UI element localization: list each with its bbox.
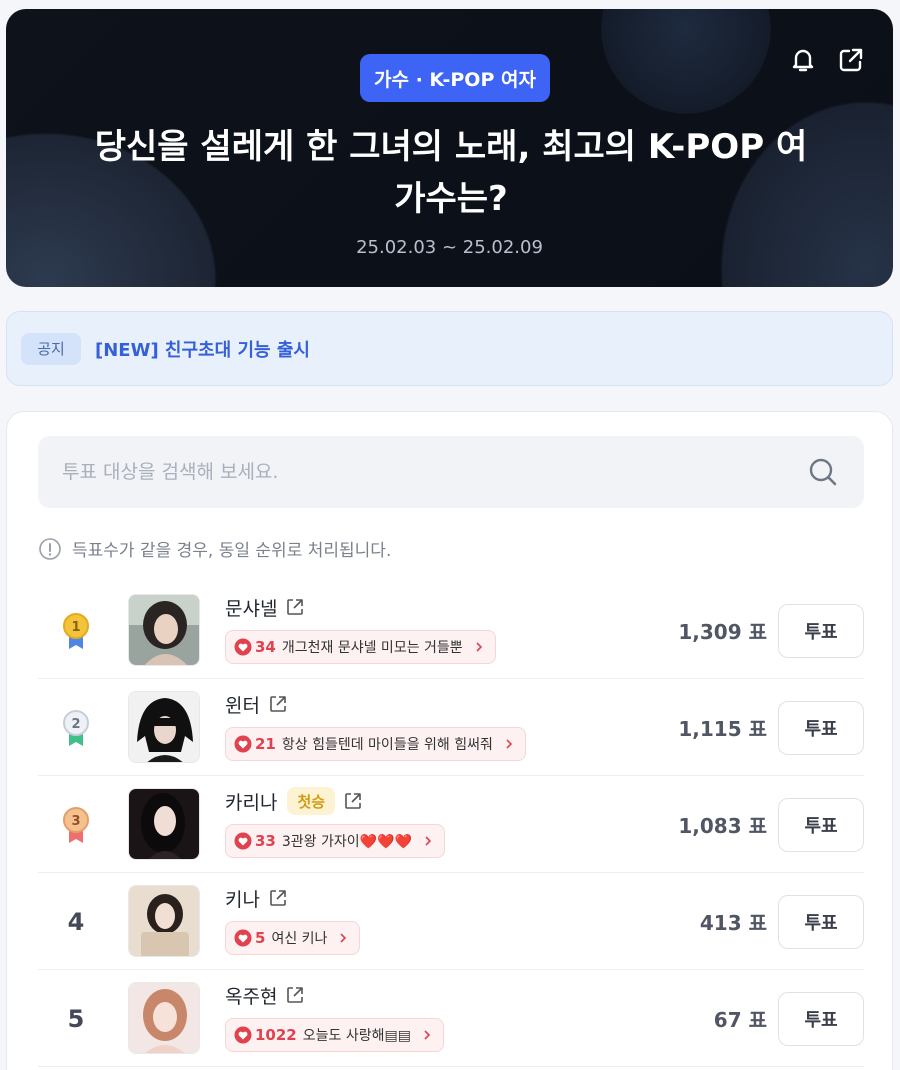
comment-text: 오늘도 사랑해▤▤ <box>302 1028 411 1044</box>
hint-text: 득표수가 같을 경우, 동일 순위로 처리됩니다. <box>72 541 392 561</box>
rank-number: 5 <box>67 1004 85 1033</box>
top-comment[interactable]: 34 개그천재 문샤넬 미모는 거들뿐 <box>225 630 496 664</box>
heart-icon <box>234 1026 252 1044</box>
rank-cell: 1 <box>52 582 100 679</box>
vote-button[interactable]: 투표 <box>778 895 864 949</box>
candidate-name[interactable]: 카리나 <box>225 788 277 815</box>
external-link-icon[interactable] <box>268 694 288 714</box>
gold-medal-icon: 1 <box>63 612 89 649</box>
vote-button[interactable]: 투표 <box>778 604 864 658</box>
vote-button[interactable]: 투표 <box>778 798 864 852</box>
svg-text:2: 2 <box>71 717 80 732</box>
external-link-icon[interactable] <box>268 888 288 908</box>
ranking-row: 2 윈터 21 항상 힘들텐데 마이들을 위해 힘써줘 1,115 표 투표 <box>38 679 864 776</box>
first-win-badge: 첫승 <box>287 787 336 815</box>
bronze-medal-icon: 3 <box>63 806 89 843</box>
silver-medal-icon: 2 <box>63 709 89 746</box>
avatar[interactable] <box>128 691 200 763</box>
ranking-row: 1 문샤넬 34 개그천재 문샤넬 미모는 거들뿐 1,309 표 투표 <box>38 582 864 679</box>
heart-icon <box>234 929 252 947</box>
bell-icon[interactable] <box>788 45 818 75</box>
hero-banner: 가수 · K-POP 여자 당신을 설레게 한 그녀의 노래, 최고의 K-PO… <box>6 9 893 287</box>
chevron-right-icon <box>506 739 513 749</box>
page-title: 당신을 설레게 한 그녀의 노래, 최고의 K-POP 여가수는? <box>94 127 808 219</box>
top-comment[interactable]: 5 여신 키나 <box>225 921 361 955</box>
search-box[interactable] <box>38 436 864 508</box>
candidate-name[interactable]: 키나 <box>225 885 260 912</box>
category-badge[interactable]: 가수 · K-POP 여자 <box>360 54 550 102</box>
avatar[interactable] <box>128 594 200 666</box>
ranking-row: 4 키나 5 여신 키나 413 표 투표 <box>38 873 864 970</box>
chevron-right-icon <box>476 642 482 652</box>
comment-text: 개그천재 문샤넬 미모는 거들뿐 <box>281 640 463 656</box>
info-icon <box>39 537 61 560</box>
notice-bar[interactable]: 공지 [NEW] 친구초대 기능 출시 <box>6 311 893 386</box>
svg-text:1: 1 <box>71 620 80 635</box>
heart-icon <box>234 832 252 850</box>
vote-count: 413 표 <box>699 911 767 935</box>
comment-count: 21 <box>255 735 276 753</box>
chevron-right-icon <box>424 1030 431 1040</box>
notice-tag: 공지 <box>21 332 81 365</box>
ranking-list: 1 문샤넬 34 개그천재 문샤넬 미모는 거들뿐 1,309 표 투표 2 윈… <box>38 582 864 1067</box>
comment-text: 여신 키나 <box>271 931 328 947</box>
vote-count: 67 표 <box>713 1008 767 1032</box>
vote-count: 1,083 표 <box>678 814 767 838</box>
chevron-right-icon <box>340 933 347 943</box>
comment-count: 5 <box>255 929 266 947</box>
rank-cell: 4 <box>52 873 100 970</box>
vote-card: 득표수가 같을 경우, 동일 순위로 처리됩니다. 1 <box>6 411 893 1070</box>
comment-text: 3관왕 가자이❤️❤️❤️ <box>281 834 412 850</box>
rank-cell: 2 <box>52 679 100 776</box>
external-link-icon[interactable] <box>285 597 305 617</box>
notice-text[interactable]: [NEW] 친구초대 기능 출시 <box>95 336 310 362</box>
top-comment[interactable]: 21 항상 힘들텐데 마이들을 위해 힘써줘 <box>225 727 526 761</box>
external-link-icon[interactable] <box>343 791 363 811</box>
avatar[interactable] <box>128 885 200 957</box>
top-comment[interactable]: 33 3관왕 가자이❤️❤️❤️ <box>225 824 445 858</box>
vote-button[interactable]: 투표 <box>778 701 864 755</box>
candidate-name[interactable]: 문샤넬 <box>225 594 277 621</box>
avatar[interactable] <box>128 788 200 860</box>
tie-rule-hint: 득표수가 같을 경우, 동일 순위로 처리됩니다. <box>38 536 391 561</box>
comment-count: 34 <box>255 638 276 656</box>
candidate-name[interactable]: 윈터 <box>225 691 260 718</box>
comment-count: 1022 <box>255 1026 297 1044</box>
comment-text: 항상 힘들텐데 마이들을 위해 힘써줘 <box>281 737 493 753</box>
rank-cell: 5 <box>52 970 100 1067</box>
vote-button[interactable]: 투표 <box>778 992 864 1046</box>
search-icon[interactable] <box>806 455 840 489</box>
top-comment[interactable]: 1022 오늘도 사랑해▤▤ <box>225 1018 444 1052</box>
svg-text:3: 3 <box>71 814 80 829</box>
search-input[interactable] <box>38 461 806 483</box>
chevron-right-icon <box>425 836 432 846</box>
vote-count: 1,309 표 <box>678 620 767 644</box>
heart-icon <box>234 735 252 753</box>
ranking-row: 3 카리나 첫승 33 3관왕 가자이❤️❤️❤️ 1,083 표 투표 <box>38 776 864 873</box>
avatar[interactable] <box>128 982 200 1054</box>
share-icon[interactable] <box>836 45 866 75</box>
rank-cell: 3 <box>52 776 100 873</box>
vote-count: 1,115 표 <box>678 717 767 741</box>
external-link-icon[interactable] <box>285 985 305 1005</box>
rank-number: 4 <box>67 907 85 936</box>
comment-count: 33 <box>255 832 276 850</box>
vote-period: 25.02.03 ~ 25.02.09 <box>356 237 543 258</box>
ranking-row: 5 옥주현 1022 오늘도 사랑해▤▤ 67 표 투표 <box>38 970 864 1067</box>
candidate-name[interactable]: 옥주현 <box>225 982 277 1009</box>
heart-icon <box>234 638 252 656</box>
